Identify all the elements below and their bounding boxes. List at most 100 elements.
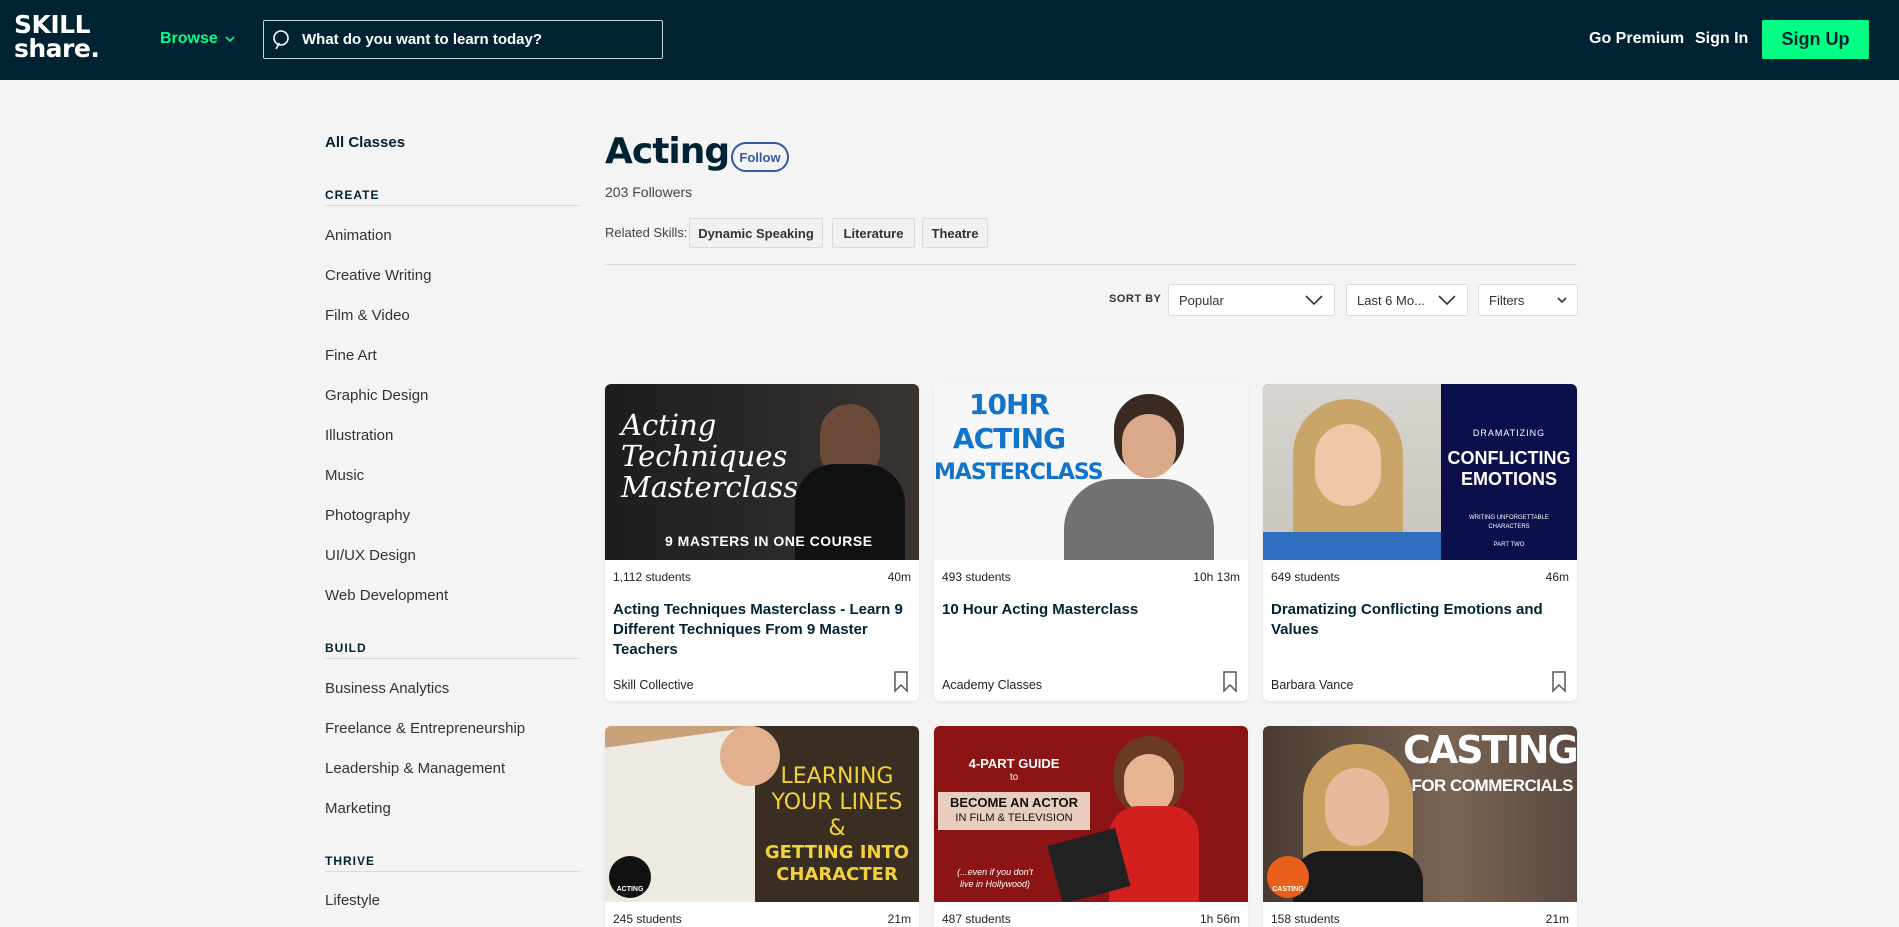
browse-menu[interactable]: Browse (160, 30, 236, 48)
sort-select[interactable]: Popular (1168, 284, 1335, 316)
sidebar-section-create: CREATE (325, 188, 581, 206)
teacher-name[interactable]: Skill Collective (613, 678, 694, 692)
class-thumbnail: LEARNING YOUR LINES & GETTING INTO CHARA… (605, 726, 919, 902)
class-card[interactable]: Acting Techniques Masterclass 9 MASTERS … (605, 384, 919, 701)
thumb-line: & (828, 816, 846, 841)
class-duration: 40m (887, 570, 911, 584)
sidebar-item-fine-art[interactable]: Fine Art (325, 347, 377, 364)
thumb-line: YOUR LINES (771, 790, 903, 815)
logo-line-2: share. (14, 34, 100, 63)
thumb-line: BECOME AN ACTOR (949, 795, 1079, 810)
students-count: 649 students (1271, 570, 1340, 584)
follow-button[interactable]: Follow (731, 142, 789, 172)
search-input[interactable] (302, 31, 642, 48)
related-skill-literature[interactable]: Literature (832, 218, 915, 248)
class-card[interactable]: LEARNING YOUR LINES & GETTING INTO CHARA… (605, 726, 919, 927)
sidebar-item-illustration[interactable]: Illustration (325, 427, 393, 444)
sidebar-item-marketing[interactable]: Marketing (325, 800, 391, 817)
sidebar-item-film-video[interactable]: Film & Video (325, 307, 410, 324)
sidebar-item-graphic-design[interactable]: Graphic Design (325, 387, 428, 404)
thumb-badge: CASTING (1272, 886, 1304, 893)
sidebar-item-ui-ux-design[interactable]: UI/UX Design (325, 547, 416, 564)
chevron-down-icon (1305, 295, 1323, 306)
sign-up-button[interactable]: Sign Up (1762, 20, 1869, 59)
thumb-line: MASTERCLASS (934, 460, 1104, 485)
thumb-small: DRAMATIZING (1472, 428, 1546, 438)
top-header: SKILL share. Browse Go Premium Sign In S… (0, 0, 1899, 80)
class-meta: 487 students 1h 56m (942, 912, 1240, 926)
thumb-caption: 9 MASTERS IN ONE COURSE (665, 533, 873, 549)
thumb-line: FOR COMMERCIALS (1411, 776, 1573, 795)
sidebar-item-business-analytics[interactable]: Business Analytics (325, 680, 449, 697)
sidebar-item-photography[interactable]: Photography (325, 507, 410, 524)
bookmark-icon[interactable] (1222, 671, 1238, 693)
class-thumbnail: Acting Techniques Masterclass 9 MASTERS … (605, 384, 919, 560)
students-count: 1,112 students (613, 570, 691, 584)
class-duration: 21m (1545, 912, 1569, 926)
thumb-line: ACTING (952, 422, 1066, 455)
class-duration: 46m (1545, 570, 1569, 584)
students-count: 493 students (942, 570, 1011, 584)
teacher-name[interactable]: Academy Classes (942, 678, 1042, 692)
search-icon (273, 29, 289, 49)
sign-in-link[interactable]: Sign In (1695, 30, 1748, 48)
class-thumbnail: 10HR ACTING MASTERCLASS (934, 384, 1248, 560)
sidebar-item-animation[interactable]: Animation (325, 227, 392, 244)
skillshare-logo[interactable]: SKILL share. (14, 12, 100, 63)
class-card[interactable]: DRAMATIZING CONFLICTING EMOTIONS WRITING… (1263, 384, 1577, 701)
go-premium-link[interactable]: Go Premium (1589, 30, 1684, 48)
class-meta: 649 students 46m (1271, 570, 1569, 584)
sidebar-item-music[interactable]: Music (325, 467, 364, 484)
sidebar-item-leadership[interactable]: Leadership & Management (325, 760, 505, 777)
thumb-line: 4-PART GUIDE (968, 756, 1060, 771)
class-card[interactable]: CASTING FOR COMMERCIALS CASTING 158 stud… (1263, 726, 1577, 927)
class-meta: 245 students 21m (613, 912, 911, 926)
related-skill-dynamic-speaking[interactable]: Dynamic Speaking (689, 218, 823, 248)
related-skill-theatre[interactable]: Theatre (922, 218, 988, 248)
class-card[interactable]: 4-PART GUIDE to BECOME AN ACTOR IN FILM … (934, 726, 1248, 927)
class-duration: 21m (887, 912, 911, 926)
sort-by-label: SORT BY (1109, 293, 1162, 305)
time-range-select[interactable]: Last 6 Mo... (1346, 284, 1468, 316)
class-title[interactable]: 10 Hour Acting Masterclass (942, 600, 1238, 620)
chevron-down-icon (1438, 295, 1456, 306)
class-meta: 158 students 21m (1271, 912, 1569, 926)
class-meta: 1,112 students 40m (613, 570, 911, 584)
related-skills-label: Related Skills: (605, 225, 688, 240)
thumb-note: (...even if you don't (957, 867, 1033, 877)
sidebar-item-freelance[interactable]: Freelance & Entrepreneurship (325, 720, 525, 737)
teacher-name[interactable]: Barbara Vance (1271, 678, 1353, 692)
bookmark-icon[interactable] (893, 671, 909, 693)
followers-count: 203 Followers (605, 184, 693, 200)
sidebar-item-lifestyle[interactable]: Lifestyle (325, 892, 380, 909)
sidebar-item-creative-writing[interactable]: Creative Writing (325, 267, 431, 284)
class-title[interactable]: Acting Techniques Masterclass - Learn 9 … (613, 600, 909, 660)
thumb-line: 10HR (969, 388, 1050, 421)
filters-select[interactable]: Filters (1478, 284, 1578, 316)
sort-value: Popular (1179, 292, 1224, 308)
students-count: 158 students (1271, 912, 1340, 926)
thumb-line: CHARACTER (776, 864, 898, 885)
search-box[interactable] (263, 20, 663, 59)
class-thumbnail: 4-PART GUIDE to BECOME AN ACTOR IN FILM … (934, 726, 1248, 902)
thumb-line: GETTING INTO (764, 842, 910, 863)
sidebar-item-web-development[interactable]: Web Development (325, 587, 448, 604)
class-card[interactable]: 10HR ACTING MASTERCLASS 493 students 10h… (934, 384, 1248, 701)
thumb-badge: ACTING (616, 886, 644, 893)
thumb-line: to (1009, 772, 1019, 783)
chevron-down-icon (1557, 297, 1567, 304)
class-title[interactable]: Dramatizing Conflicting Emotions and Val… (1271, 600, 1567, 640)
bookmark-icon[interactable] (1551, 671, 1567, 693)
thumb-line: Masterclass (621, 470, 799, 504)
time-range-value: Last 6 Mo... (1357, 292, 1425, 308)
sidebar-section-build: BUILD (325, 641, 581, 659)
thumb-sub: CHARACTERS (1488, 524, 1530, 530)
thumb-part: PART TWO (1493, 542, 1525, 548)
class-duration: 1h 56m (1199, 912, 1240, 926)
sidebar-all-classes[interactable]: All Classes (325, 134, 405, 151)
browse-label: Browse (160, 30, 218, 47)
thumb-line: CASTING (1403, 728, 1577, 772)
page-title: Acting (605, 131, 730, 172)
thumb-line: Acting (621, 408, 717, 442)
class-thumbnail: CASTING FOR COMMERCIALS CASTING (1263, 726, 1577, 902)
